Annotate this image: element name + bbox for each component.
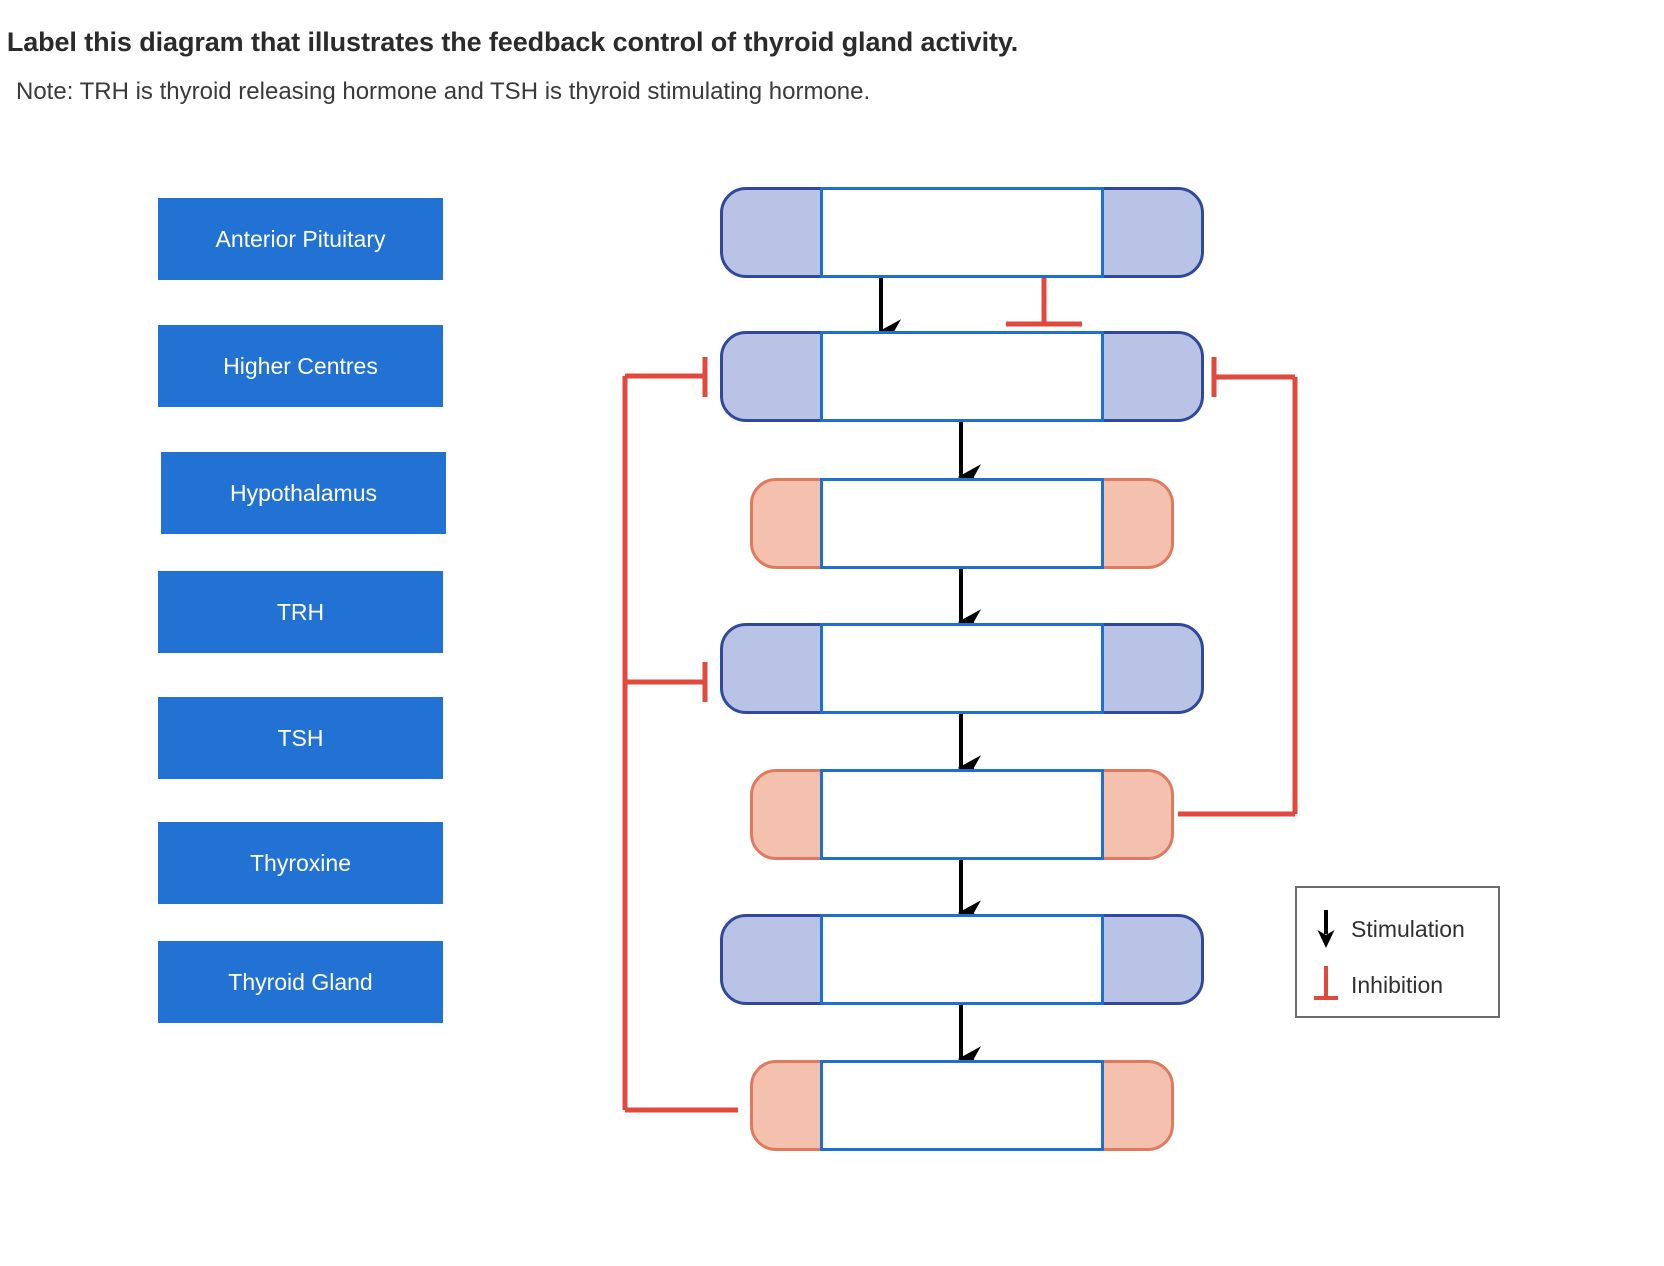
inhibition-bar-icon: [1314, 966, 1338, 1000]
thyroid-feedback-diagram: Stimulation Inhibition: [0, 0, 1664, 1266]
inhibition-thyroxine-to-node2: [622, 357, 738, 1113]
dropzone-3[interactable]: [820, 478, 1104, 569]
legend-row-inhibition: Inhibition: [1313, 964, 1443, 1006]
inhibition-node5-to-node2: [1178, 357, 1298, 817]
inhibition-thyroxine-to-node4: [625, 662, 708, 702]
question-page: . Label this diagram that illustrates th…: [0, 0, 1664, 1266]
stimulation-arrow-icon: [1317, 910, 1335, 948]
dropzone-1[interactable]: [820, 187, 1104, 278]
dropzone-7[interactable]: [820, 1060, 1104, 1151]
diagram-node-3: [750, 478, 1174, 569]
dropzone-4[interactable]: [820, 623, 1104, 714]
dropzone-2[interactable]: [820, 331, 1104, 422]
diagram-node-6: [720, 914, 1204, 1005]
legend-label-stimulation: Stimulation: [1351, 915, 1465, 942]
diagram-legend: Stimulation Inhibition: [1295, 886, 1500, 1018]
diagram-node-2: [720, 331, 1204, 422]
legend-label-inhibition: Inhibition: [1351, 971, 1444, 998]
legend-row-stimulation: Stimulation: [1313, 908, 1465, 950]
diagram-node-7: [750, 1060, 1174, 1151]
diagram-node-5: [750, 769, 1174, 860]
diagram-node-4: [720, 623, 1204, 714]
inhibition-node1-short: [1006, 278, 1082, 327]
dropzone-6[interactable]: [820, 914, 1104, 1005]
diagram-node-1: [720, 187, 1204, 278]
dropzone-5[interactable]: [820, 769, 1104, 860]
